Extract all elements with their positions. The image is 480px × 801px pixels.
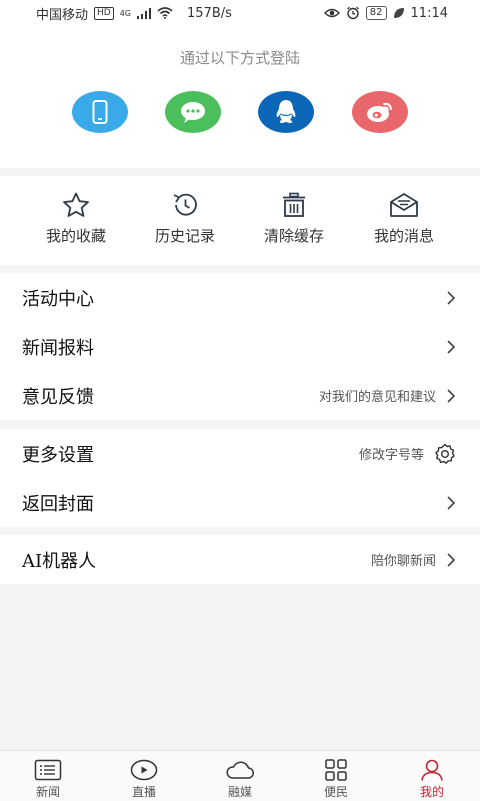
ai-robot-hint: 陪你聊新闻 [370, 554, 436, 569]
gear-icon [435, 443, 455, 464]
menu-section-1: 活动中心 新闻报料 意见反馈 对我们的意见和建议 [0, 273, 480, 420]
tab-news[interactable]: 新闻 [0, 751, 96, 801]
tab-media-label: 融媒 [227, 785, 252, 799]
star-icon [63, 192, 89, 217]
wechat-login-button[interactable] [165, 91, 221, 133]
chevron-right-icon [447, 290, 456, 305]
quick-actions: 我的收藏 历史记录 清除缓存 我的消息 [0, 176, 480, 265]
menu-section-2: 更多设置 修改字号等 返回封面 [0, 429, 480, 527]
clock: 11:14 [410, 5, 448, 21]
status-bar: 中国移动 HD 4G 157B/s 82 11:14 [0, 0, 480, 26]
network-speed: 157B/s [187, 5, 232, 21]
battery-level: 82 [365, 6, 387, 20]
news-report-row[interactable]: 新闻报料 [0, 322, 480, 371]
chevron-right-icon [447, 495, 456, 510]
chevron-right-icon [447, 339, 456, 354]
tab-news-label: 新闻 [35, 785, 60, 799]
tab-live-label: 直播 [131, 785, 156, 799]
qq-login-button[interactable] [258, 91, 314, 133]
cloud-icon [226, 761, 254, 779]
wifi-icon [157, 7, 173, 19]
phone-login-button[interactable] [72, 91, 128, 133]
more-settings-label: 更多设置 [22, 444, 94, 466]
history-button[interactable]: 历史记录 [135, 192, 235, 246]
trash-icon [283, 192, 305, 217]
tab-live[interactable]: 直播 [96, 751, 192, 801]
history-label: 历史记录 [154, 227, 215, 245]
favorites-label: 我的收藏 [45, 227, 106, 245]
bottom-tab-bar: 新闻 直播 融媒 便民 我的 [0, 750, 480, 801]
feedback-label: 意见反馈 [22, 386, 94, 408]
feedback-row[interactable]: 意见反馈 对我们的意见和建议 [0, 371, 480, 420]
user-icon [421, 759, 443, 781]
favorites-button[interactable]: 我的收藏 [26, 192, 126, 246]
feedback-hint: 对我们的意见和建议 [318, 390, 436, 405]
ai-robot-row[interactable]: AI机器人 陪你聊新闻 [0, 535, 480, 584]
tab-services-label: 便民 [323, 785, 348, 799]
more-settings-hint: 修改字号等 [358, 448, 424, 463]
news-report-label: 新闻报料 [22, 337, 94, 359]
clear-cache-label: 清除缓存 [263, 227, 324, 245]
messages-button[interactable]: 我的消息 [354, 192, 454, 246]
phone-icon [92, 100, 108, 124]
chevron-right-icon [447, 552, 456, 567]
tab-mine[interactable]: 我的 [384, 751, 480, 801]
network-type: 4G [119, 8, 132, 18]
signal-icon [137, 7, 152, 19]
alarm-icon [346, 6, 359, 20]
tab-media[interactable]: 融媒 [192, 751, 288, 801]
activity-center-row[interactable]: 活动中心 [0, 273, 480, 322]
ai-robot-label: AI机器人 [22, 550, 97, 572]
leaf-icon [393, 8, 404, 18]
grid-icon [325, 759, 347, 781]
history-icon [173, 193, 197, 216]
back-to-cover-label: 返回封面 [22, 493, 94, 515]
more-settings-row[interactable]: 更多设置 修改字号等 [0, 429, 480, 478]
qq-icon [276, 100, 296, 123]
login-panel: 通过以下方式登陆 [0, 26, 480, 168]
hd-badge: HD [94, 6, 114, 20]
tab-services[interactable]: 便民 [288, 751, 384, 801]
carrier-label: 中国移动 [36, 7, 89, 23]
chevron-right-icon [447, 388, 456, 403]
wechat-icon [181, 102, 205, 123]
news-list-icon [34, 759, 62, 781]
messages-label: 我的消息 [373, 227, 434, 245]
login-title: 通过以下方式登陆 [179, 49, 300, 67]
tab-mine-label: 我的 [419, 785, 444, 799]
weibo-login-button[interactable] [352, 91, 408, 133]
mail-icon [390, 193, 418, 217]
live-play-icon [130, 759, 158, 781]
menu-section-3: AI机器人 陪你聊新闻 [0, 535, 480, 584]
activity-center-label: 活动中心 [22, 288, 94, 310]
eye-icon [323, 8, 340, 18]
weibo-icon [367, 102, 392, 122]
clear-cache-button[interactable]: 清除缓存 [244, 192, 344, 246]
back-to-cover-row[interactable]: 返回封面 [0, 478, 480, 527]
